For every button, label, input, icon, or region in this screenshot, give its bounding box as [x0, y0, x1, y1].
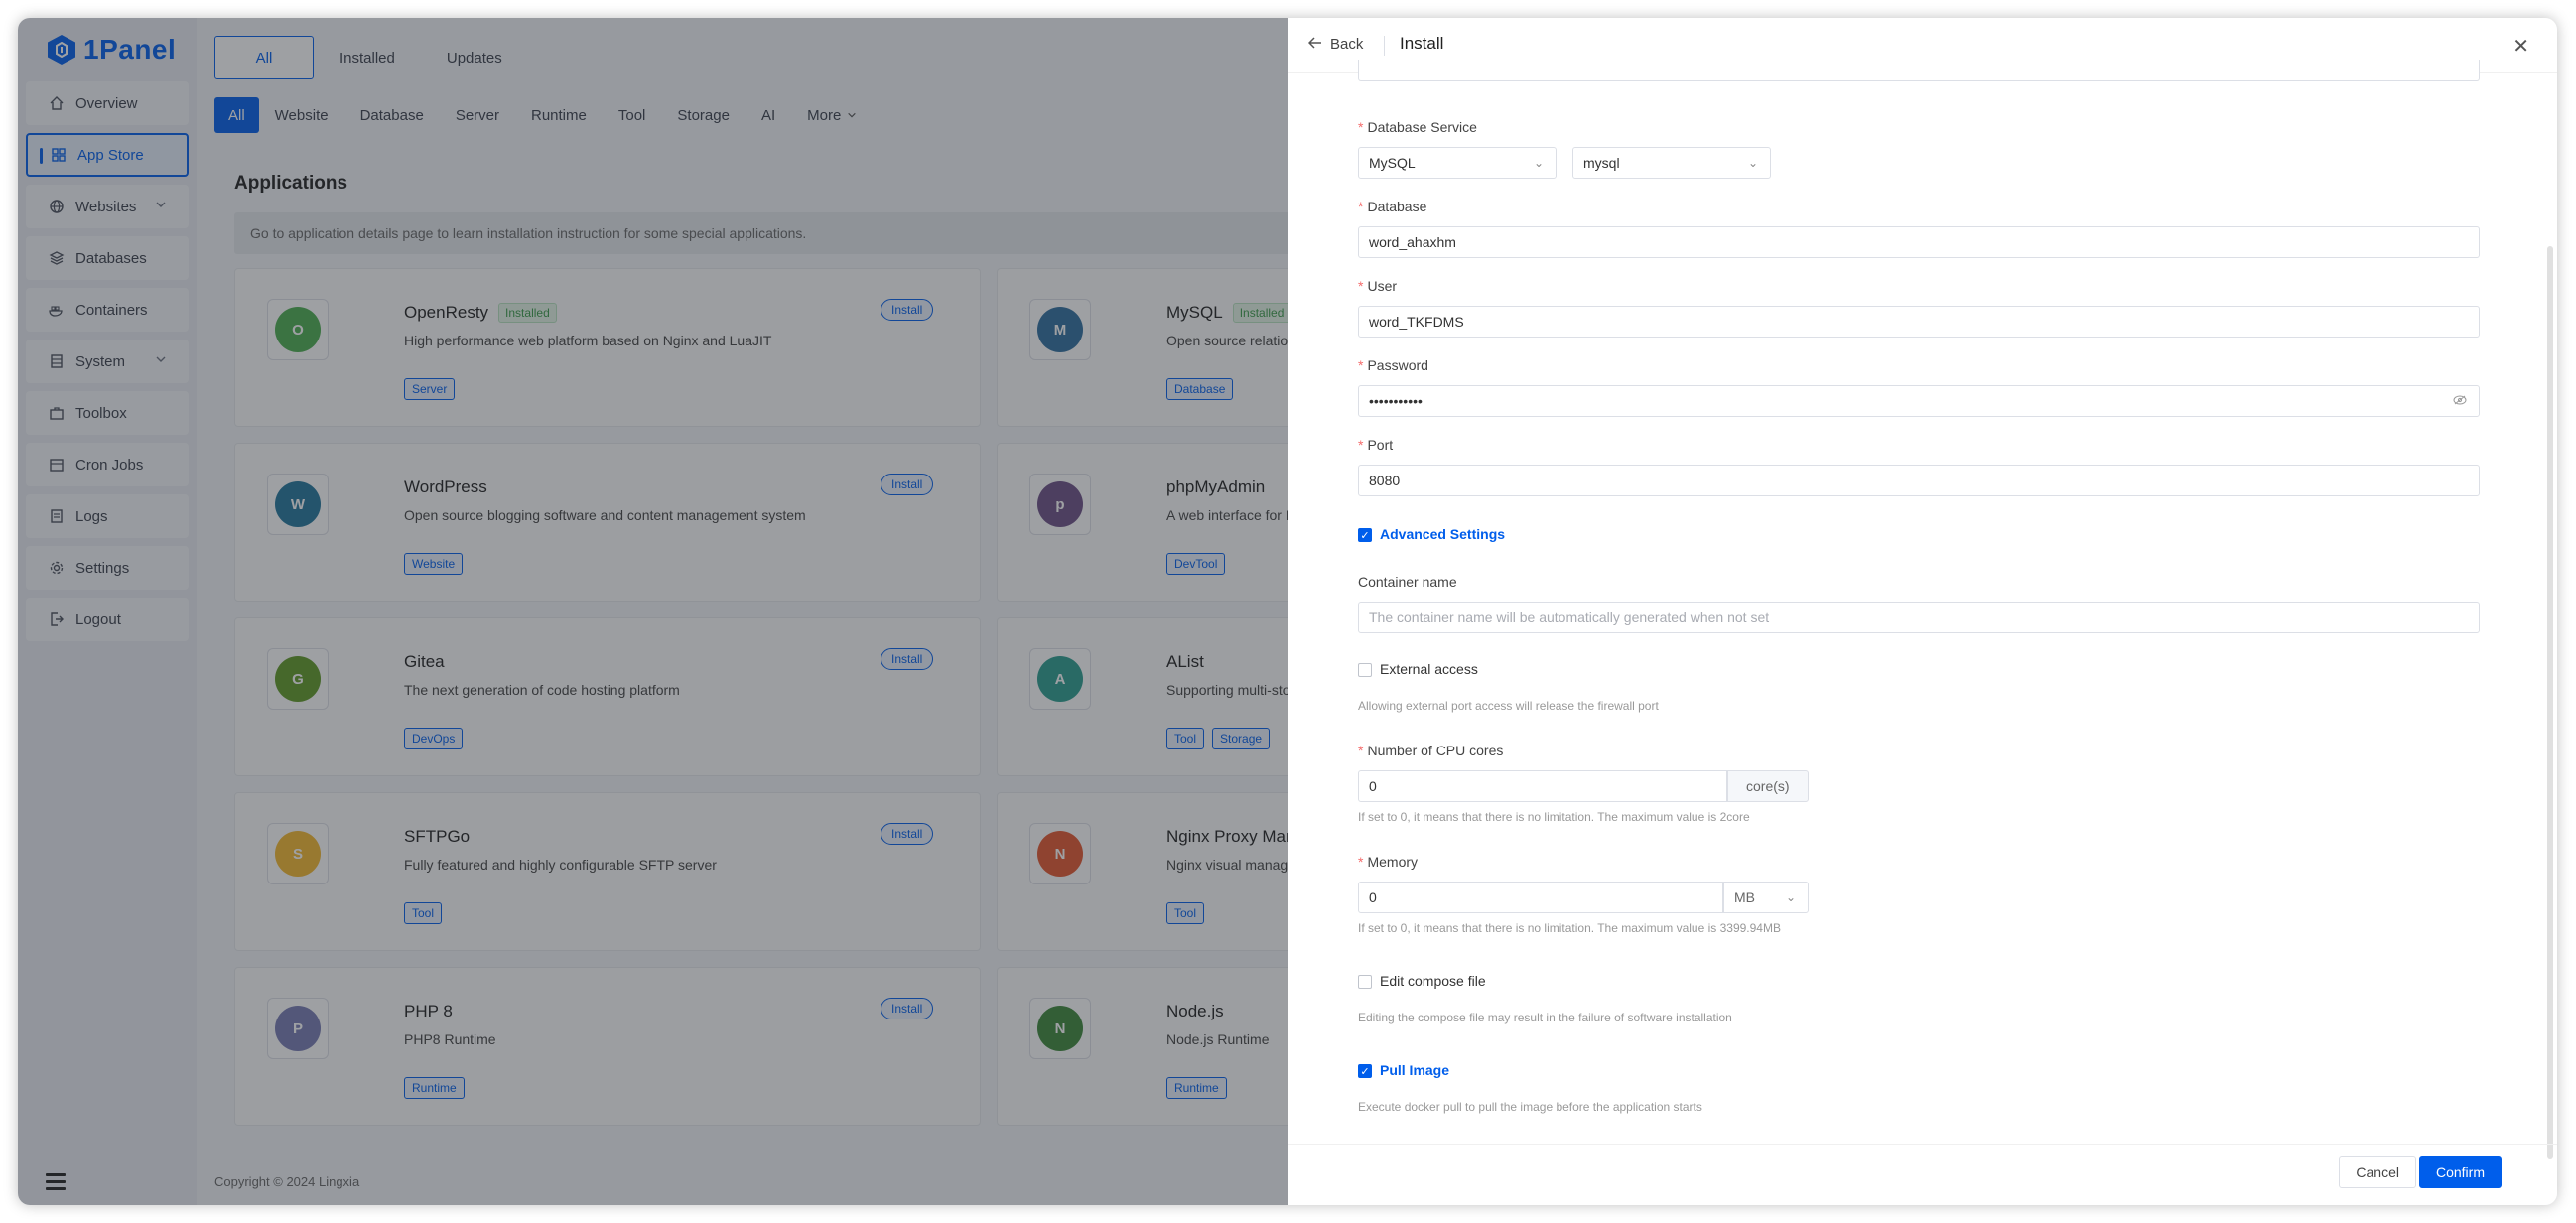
container-name-label: Container name [1358, 574, 1457, 590]
cpu-input[interactable]: 0 [1358, 770, 1727, 802]
previous-field[interactable] [1358, 60, 2480, 81]
password-input[interactable]: ••••••••••• [1358, 385, 2480, 417]
external-access-label[interactable]: External access [1380, 661, 1478, 677]
arrow-left-icon [1307, 36, 1322, 53]
close-icon[interactable]: ✕ [2512, 34, 2529, 59]
cpu-help: If set to 0, it means that there is no l… [1358, 810, 1750, 824]
external-access-checkbox[interactable] [1358, 663, 1372, 677]
edit-compose-label[interactable]: Edit compose file [1380, 973, 1486, 989]
db-instance-select[interactable]: mysql ⌄ [1572, 147, 1771, 179]
edit-compose-help: Editing the compose file may result in t… [1358, 1011, 1732, 1024]
back-button[interactable]: Back [1307, 36, 1364, 53]
database-input[interactable]: word_ahaxhm [1358, 226, 2480, 258]
modal-overlay[interactable] [18, 18, 1288, 1205]
back-label: Back [1330, 36, 1364, 53]
drawer-scrollbar[interactable] [2547, 246, 2553, 1159]
pull-image-checkbox[interactable]: ✓ [1358, 1064, 1372, 1078]
user-label: * User [1358, 278, 1398, 294]
external-access-help: Allowing external port access will relea… [1358, 699, 1659, 713]
chevron-down-icon: ⌄ [1785, 890, 1796, 904]
eye-off-icon[interactable] [2453, 394, 2467, 408]
password-label: * Password [1358, 357, 1428, 373]
port-label: * Port [1358, 437, 1394, 453]
db-service-select[interactable]: MySQL ⌄ [1358, 147, 1557, 179]
advanced-settings-label[interactable]: Advanced Settings [1380, 526, 1505, 542]
pull-image-label[interactable]: Pull Image [1380, 1062, 1449, 1078]
chevron-down-icon: ⌄ [1747, 156, 1758, 170]
memory-input[interactable]: 0 [1358, 882, 1723, 913]
memory-unit-select[interactable]: MB ⌄ [1723, 882, 1809, 913]
confirm-button[interactable]: Confirm [2418, 1156, 2502, 1188]
container-name-input[interactable]: The container name will be automatically… [1358, 602, 2480, 633]
install-drawer: Back Install ✕ * Database Service MySQL ⌄ … [1288, 18, 2557, 1205]
port-input[interactable]: 8080 [1358, 465, 2480, 496]
cancel-button[interactable]: Cancel [2339, 1156, 2416, 1188]
user-input[interactable]: word_TKFDMS [1358, 306, 2480, 338]
database-label: * Database [1358, 199, 1427, 214]
memory-help: If set to 0, it means that there is no l… [1358, 921, 1781, 935]
drawer-footer: Cancel Confirm [1288, 1144, 2557, 1205]
edit-compose-checkbox[interactable] [1358, 975, 1372, 989]
drawer-title: Install [1400, 34, 1444, 53]
advanced-settings-checkbox[interactable]: ✓ [1358, 528, 1372, 542]
chevron-down-icon: ⌄ [1533, 156, 1544, 170]
memory-label: * Memory [1358, 854, 1419, 870]
app-window: 1Panel Overview App Store Websites Database… [18, 18, 2557, 1205]
db-service-label: * Database Service [1358, 119, 1477, 135]
divider [1384, 36, 1385, 56]
pull-image-help: Execute docker pull to pull the image be… [1358, 1100, 1702, 1114]
cpu-label: * Number of CPU cores [1358, 743, 1504, 758]
cpu-unit: core(s) [1727, 770, 1809, 802]
